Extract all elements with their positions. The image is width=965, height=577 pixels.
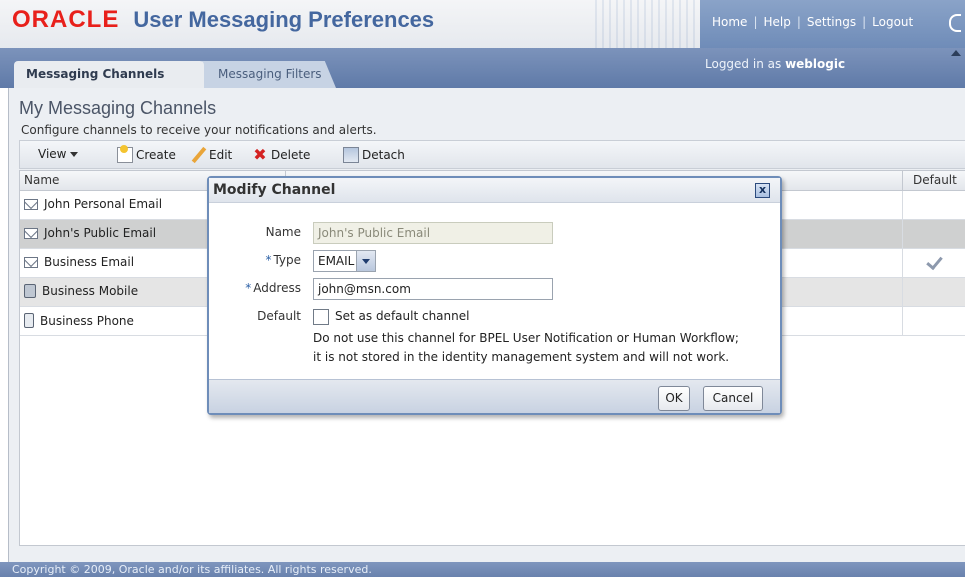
modify-channel-dialog: Modify Channel x Name John's Public Emai… — [207, 176, 782, 415]
dialog-header[interactable]: Modify Channel x — [209, 178, 780, 203]
warning-note-line1: Do not use this channel for BPEL User No… — [313, 331, 739, 345]
link-separator: | — [796, 15, 801, 29]
channel-name: Business Phone — [40, 313, 134, 328]
ok-button[interactable]: OK — [658, 386, 690, 411]
address-field[interactable]: john@msn.com — [313, 278, 553, 300]
cancel-button[interactable]: Cancel — [703, 386, 763, 411]
dialog-title: Modify Channel — [213, 182, 336, 198]
name-row: Name John's Public Email — [209, 222, 780, 244]
app-title: User Messaging Preferences — [133, 7, 435, 32]
cell-divider — [902, 220, 903, 248]
channel-name: John's Public Email — [44, 226, 157, 240]
settings-link[interactable]: Settings — [807, 15, 856, 29]
type-select-value: EMAIL — [318, 254, 355, 268]
type-row: * Type EMAIL — [209, 250, 780, 272]
address-row: * Address john@msn.com — [209, 278, 780, 300]
toolbar: View Create Edit ✖ Delete Detach — [19, 140, 965, 169]
edit-button[interactable]: Edit — [190, 147, 232, 163]
envelope-icon — [24, 198, 38, 210]
create-label: Create — [136, 148, 176, 162]
page-footer: Copyright © 2009, Oracle and/or its affi… — [0, 562, 965, 577]
default-checkbox[interactable] — [313, 309, 329, 325]
phone-icon — [24, 313, 34, 328]
required-marker: * — [245, 281, 252, 295]
view-label: View — [38, 147, 67, 161]
close-icon[interactable]: x — [755, 183, 770, 198]
chevron-down-icon[interactable] — [356, 251, 375, 271]
link-separator: | — [753, 15, 758, 29]
name-field: John's Public Email — [313, 222, 553, 244]
warning-note-line2: it is not stored in the identity managem… — [313, 350, 730, 364]
cell-divider — [902, 191, 903, 219]
default-checkbox-label[interactable]: Set as default channel — [335, 309, 469, 323]
envelope-icon — [24, 256, 38, 268]
header-decoration — [595, 0, 705, 48]
type-label: * Type — [265, 253, 301, 267]
type-select[interactable]: EMAIL — [313, 250, 376, 272]
help-link[interactable]: Help — [763, 15, 790, 29]
delete-label: Delete — [271, 148, 311, 162]
dialog-footer: OK Cancel — [209, 379, 780, 413]
required-marker: * — [265, 253, 272, 267]
edit-label: Edit — [209, 148, 233, 162]
chevron-down-icon — [70, 151, 79, 157]
logged-in-prefix: Logged in as — [705, 57, 782, 71]
create-button[interactable]: Create — [117, 145, 176, 163]
home-link[interactable]: Home — [712, 15, 747, 29]
cell-divider — [902, 249, 903, 277]
mobile-icon — [24, 284, 36, 298]
column-header-name[interactable]: Name — [24, 173, 59, 187]
delete-icon: ✖ — [253, 145, 267, 164]
channel-name: Business Mobile — [42, 284, 139, 298]
page-title: My Messaging Channels — [19, 98, 217, 118]
name-label: Name — [265, 225, 301, 239]
link-separator: | — [862, 15, 867, 29]
checkmark-icon — [926, 252, 943, 271]
scroll-up-icon[interactable] — [951, 50, 961, 56]
logged-in-user: weblogic — [785, 57, 846, 71]
envelope-icon — [24, 227, 38, 239]
address-label: * Address — [245, 281, 301, 295]
logout-link[interactable]: Logout — [872, 15, 913, 29]
global-links: Home | Help | Settings | Logout — [700, 0, 965, 48]
create-icon — [117, 145, 133, 163]
pencil-icon — [190, 147, 206, 163]
detach-icon — [343, 147, 359, 163]
delete-button[interactable]: ✖ Delete — [252, 147, 310, 163]
search-icon[interactable] — [949, 14, 961, 32]
page-description: Configure channels to receive your notif… — [21, 123, 377, 137]
column-header-default[interactable]: Default — [913, 173, 957, 187]
cell-divider — [902, 278, 903, 306]
logged-in-status: Logged in as weblogic — [705, 57, 845, 71]
tab-messaging-channels[interactable]: Messaging Channels — [14, 61, 204, 88]
copyright-text: Copyright © 2009, Oracle and/or its affi… — [12, 563, 372, 576]
default-row: Default Set as default channel — [209, 306, 780, 328]
detach-label: Detach — [362, 148, 405, 162]
view-menu-button[interactable]: View — [38, 147, 79, 161]
tab-bar: Messaging Filters Messaging Channels Log… — [0, 48, 965, 88]
default-label: Default — [257, 309, 301, 323]
tab-messaging-filters[interactable]: Messaging Filters — [196, 61, 336, 88]
oracle-logo: ORACLE — [12, 6, 120, 33]
channel-name: John Personal Email — [44, 197, 163, 211]
cell-divider — [902, 307, 903, 335]
channel-name: Business Email — [44, 255, 135, 269]
brand: ORACLE User Messaging Preferences — [12, 6, 434, 34]
column-divider[interactable] — [902, 171, 903, 191]
detach-button[interactable]: Detach — [343, 147, 405, 163]
app-header: ORACLE User Messaging Preferences Home |… — [0, 0, 965, 48]
